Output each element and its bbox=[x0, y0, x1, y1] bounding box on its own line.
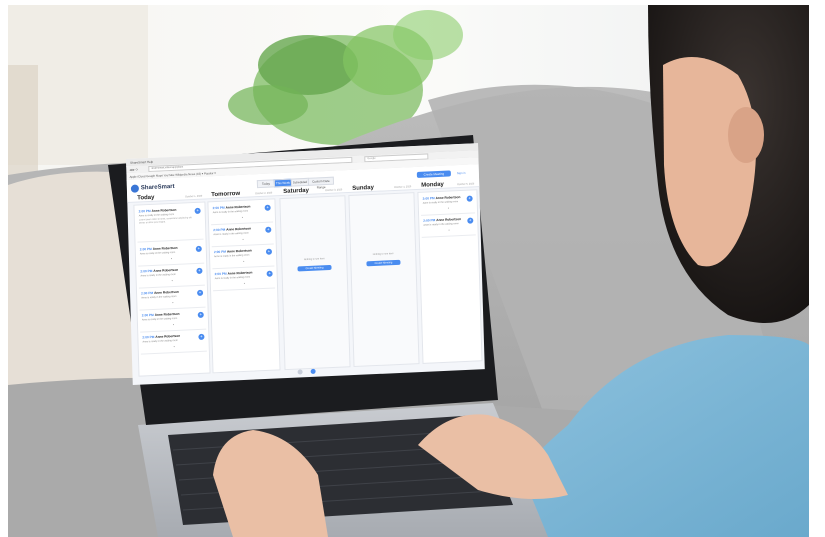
meeting-time: 2:00 PM bbox=[141, 312, 154, 318]
nav-arrows-icon[interactable]: ◀ ▶ ⟳ bbox=[129, 167, 143, 171]
day-title: Sunday bbox=[352, 184, 374, 192]
view-custom-range-button[interactable]: Custom Date Range bbox=[307, 176, 335, 189]
view-today-button[interactable]: Today bbox=[256, 179, 276, 189]
meeting-status: Anne is ready in the waiting room bbox=[139, 250, 176, 256]
photo-frame: ShareSmart Help ◀ ▶ ⟳ sharesmart.video/a… bbox=[8, 5, 809, 537]
day-column-saturday: Saturday October 3, 2020 Nothing to see … bbox=[279, 188, 351, 371]
meeting-time: 2:00 PM bbox=[213, 227, 226, 233]
view-this-week-button[interactable]: This Week bbox=[273, 178, 293, 188]
header-link[interactable]: Sign in bbox=[457, 171, 466, 175]
meeting-card[interactable]: 2:00 PM Anne Robertson Anne is ready in … bbox=[140, 330, 207, 355]
meeting-card[interactable]: 2:00 PM Anne Robertson Anne is ready in … bbox=[139, 308, 207, 333]
meeting-time: 2:00 PM bbox=[142, 334, 155, 340]
create-meeting-header-button[interactable]: Create Meeting bbox=[416, 170, 451, 178]
meeting-card[interactable]: 2:00 PM Anne Robertson Anne is ready in … bbox=[138, 264, 205, 289]
app-logo-text: ShareSmart bbox=[140, 183, 175, 192]
add-icon[interactable]: + bbox=[266, 270, 273, 277]
empty-message: Nothing to see here bbox=[372, 252, 394, 257]
meeting-status: Anne is ready in the waiting room bbox=[214, 275, 251, 281]
logo-icon bbox=[130, 184, 140, 193]
meeting-card[interactable]: 2:00 PM Anne Robertson Anne is ready in … bbox=[138, 286, 206, 311]
meeting-card[interactable]: 2:00 PM Anne Robertson Anne is ready in … bbox=[137, 242, 205, 267]
meeting-time: 2:00 PM bbox=[140, 268, 153, 274]
meeting-card[interactable]: 2:00 PM Anne Robertson Anne is ready in … bbox=[210, 201, 274, 226]
meeting-time: 2:00 PM bbox=[422, 196, 435, 201]
pager-next-icon[interactable] bbox=[310, 368, 316, 374]
day-column-sunday: Sunday October 4, 2020 Nothing to see he… bbox=[348, 185, 420, 368]
add-icon[interactable]: + bbox=[264, 204, 271, 211]
meeting-time: 2:00 PM bbox=[139, 246, 152, 252]
more-dot-icon bbox=[243, 282, 245, 284]
day-column-today: Today October 1, 2020 2:00 PM Anne Rober… bbox=[133, 195, 211, 377]
pager-prev-icon[interactable] bbox=[297, 369, 303, 375]
more-dot-icon bbox=[242, 238, 244, 240]
more-dot-icon bbox=[243, 260, 245, 262]
meeting-notes: Lorem ipsum dolor sit amet, consectetur … bbox=[138, 217, 193, 225]
more-dot-icon bbox=[448, 229, 450, 231]
meeting-time: 2:00 PM bbox=[212, 205, 225, 211]
add-icon[interactable]: + bbox=[197, 311, 204, 318]
meeting-status: Anne is ready in the waiting room bbox=[141, 294, 177, 300]
meeting-status: Anne is ready in the waiting room bbox=[142, 338, 178, 344]
meeting-card[interactable]: 2:00 PM Anne Robertson Anne is ready in … bbox=[212, 267, 276, 292]
add-icon[interactable]: + bbox=[198, 333, 205, 340]
laptop-screen: ShareSmart Help ◀ ▶ ⟳ sharesmart.video/a… bbox=[126, 143, 485, 385]
meeting-card[interactable]: 2:00 PM Anne Robertson Anne is ready in … bbox=[136, 204, 204, 243]
day-column-monday: Monday October 5, 2020 2:00 PM Anne Robe… bbox=[417, 182, 483, 364]
day-column-tomorrow: Tomorrow October 2, 2020 2:00 PM Anne Ro… bbox=[207, 191, 281, 374]
meeting-time: 2:00 PM bbox=[140, 290, 154, 296]
more-dot-icon bbox=[173, 324, 175, 326]
more-dot-icon bbox=[241, 216, 243, 218]
meeting-status: Anne is ready in the waiting room bbox=[138, 212, 175, 218]
day-title: Monday bbox=[421, 181, 444, 189]
more-dot-icon bbox=[172, 302, 174, 304]
day-title: Saturday bbox=[283, 187, 309, 195]
add-icon[interactable]: + bbox=[196, 267, 203, 274]
meeting-card[interactable]: 2:00 PM Anne Robertson Anne is ready in … bbox=[421, 214, 476, 238]
meeting-card[interactable]: 2:00 PM Anne Robertson Anne is ready in … bbox=[211, 223, 274, 248]
empty-message: Nothing to see here bbox=[303, 257, 325, 262]
meeting-status: Anne is ready in the waiting room bbox=[140, 272, 176, 278]
meeting-status: Anne is ready in the waiting room bbox=[141, 316, 178, 322]
view-scheduled-button[interactable]: Scheduled bbox=[290, 177, 310, 187]
add-icon[interactable]: + bbox=[466, 195, 473, 202]
meeting-time: 2:00 PM bbox=[214, 271, 227, 277]
create-meeting-button[interactable]: Create Meeting bbox=[366, 259, 401, 267]
add-icon[interactable]: + bbox=[194, 207, 201, 214]
meeting-time: 2:00 PM bbox=[138, 208, 151, 214]
day-title: Tomorrow bbox=[211, 190, 241, 199]
meeting-card[interactable]: 2:00 PM Anne Robertson Anne is ready in … bbox=[420, 192, 476, 216]
meeting-time: 2:00 PM bbox=[423, 218, 436, 223]
more-dot-icon bbox=[447, 207, 449, 209]
browser-tab-title[interactable]: ShareSmart Help bbox=[130, 159, 153, 164]
add-icon[interactable]: + bbox=[467, 217, 474, 224]
meeting-status: Anne is ready in the waiting room bbox=[213, 231, 249, 237]
more-dot-icon bbox=[171, 258, 173, 260]
meeting-status: Anne is ready in the waiting room bbox=[422, 200, 459, 205]
add-icon[interactable]: + bbox=[265, 226, 272, 233]
more-dot-icon bbox=[173, 346, 175, 348]
add-icon[interactable]: + bbox=[265, 248, 273, 255]
meeting-status: Anne is ready in the waiting room bbox=[212, 209, 249, 215]
meeting-status: Anne is ready in the waiting room bbox=[423, 222, 459, 227]
more-dot-icon bbox=[171, 280, 173, 282]
photo-scene: ShareSmart Help ◀ ▶ ⟳ sharesmart.video/a… bbox=[0, 0, 825, 537]
add-icon[interactable]: + bbox=[195, 245, 202, 252]
create-meeting-button[interactable]: Create Meeting bbox=[297, 264, 332, 272]
meeting-status: Anne is ready in the waiting room bbox=[214, 253, 250, 259]
meeting-card[interactable]: 2:00 PM Anne Robertson Anne is ready in … bbox=[211, 245, 275, 270]
day-title: Today bbox=[137, 194, 155, 202]
add-icon[interactable]: + bbox=[197, 289, 204, 296]
meeting-time: 2:00 PM bbox=[213, 249, 227, 255]
